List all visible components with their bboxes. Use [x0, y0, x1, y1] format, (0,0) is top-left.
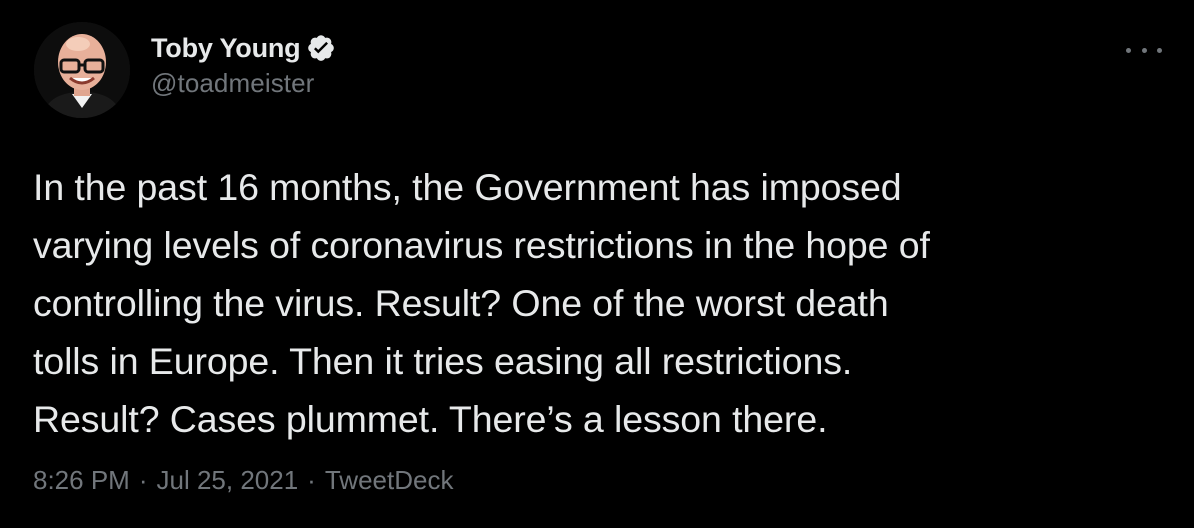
tweet-text: In the past 16 months, the Government ha… — [33, 166, 930, 440]
more-dot — [1157, 47, 1162, 53]
tweet-card: Toby Young @toadmeister In the past 16 m… — [0, 0, 1194, 528]
user-handle[interactable]: @toadmeister — [151, 68, 336, 99]
display-name[interactable]: Toby Young — [151, 33, 301, 64]
more-options-icon[interactable] — [1126, 40, 1162, 60]
name-row: Toby Young — [151, 30, 336, 66]
tweet-date[interactable]: Jul 25, 2021 — [157, 465, 299, 496]
avatar[interactable] — [34, 22, 130, 118]
tweet-source-link[interactable]: TweetDeck — [325, 465, 454, 496]
author-info: Toby Young @toadmeister — [151, 30, 336, 99]
tweet-time[interactable]: 8:26 PM — [33, 465, 130, 496]
tweet-metadata: 8:26 PM · Jul 25, 2021 · TweetDeck — [33, 465, 453, 496]
more-dot — [1126, 47, 1131, 53]
separator: · — [307, 465, 316, 495]
verified-badge-icon — [306, 33, 336, 63]
separator: · — [138, 465, 148, 495]
more-dot — [1141, 47, 1147, 53]
profile-photo-icon — [34, 22, 130, 118]
